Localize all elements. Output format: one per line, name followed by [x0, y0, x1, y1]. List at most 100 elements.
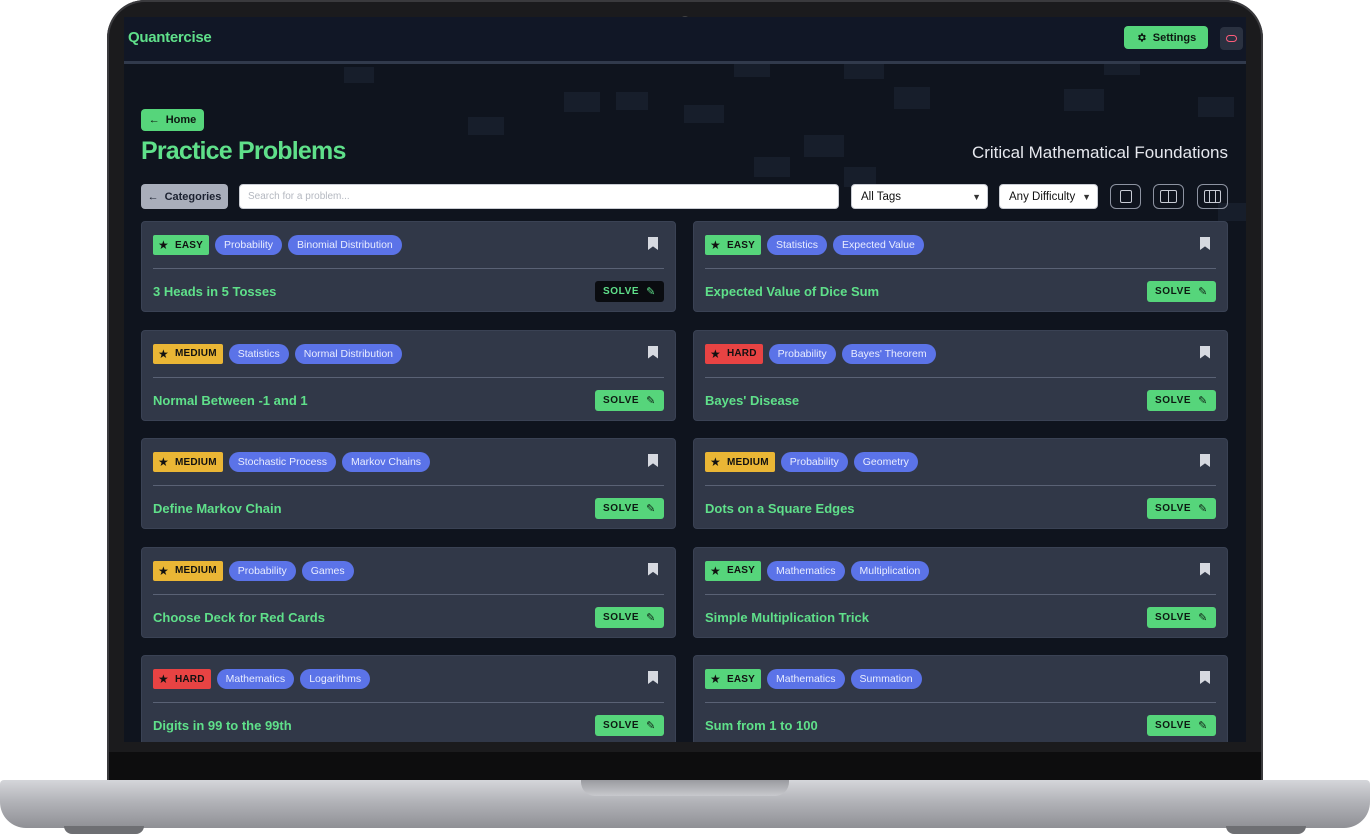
- card-divider: [705, 593, 1216, 595]
- problem-card[interactable]: ★ MEDIUM Stochastic Process Markov Chains…: [141, 438, 676, 529]
- topic-tag[interactable]: Summation: [850, 669, 922, 689]
- difficulty-label: EASY: [726, 673, 756, 685]
- card-divider: [153, 702, 664, 703]
- topic-tag[interactable]: Probability: [215, 235, 283, 255]
- problem-card[interactable]: ★ MEDIUM Probability Geometry Dots on a S…: [693, 438, 1228, 529]
- solve-button[interactable]: SOLVE ✎: [1147, 606, 1216, 628]
- problem-title[interactable]: Dots on a Square Edges: [705, 501, 855, 516]
- bookmark-icon[interactable]: [648, 562, 658, 576]
- bookmark-icon[interactable]: [1200, 345, 1210, 359]
- problem-card[interactable]: ★ EASY Probability Binomial Distribution …: [141, 221, 676, 312]
- difficulty-select[interactable]: Any Difficulty ▼: [999, 184, 1098, 209]
- topic-tag[interactable]: Games: [301, 560, 354, 581]
- solve-button[interactable]: SOLVE ✎: [1147, 715, 1216, 736]
- solve-button[interactable]: SOLVE ✎: [595, 715, 664, 736]
- problem-card[interactable]: ★ EASY Mathematics Multiplication Simple …: [693, 546, 1228, 638]
- solve-label: SOLVE: [1155, 503, 1192, 514]
- card-tags: ★ HARD Mathematics Logarithms: [153, 669, 371, 689]
- problem-title[interactable]: Normal Between -1 and 1: [153, 393, 308, 408]
- laptop-foot: [1226, 826, 1306, 834]
- solve-button[interactable]: SOLVE ✎: [595, 281, 664, 302]
- solve-button[interactable]: SOLVE ✎: [1147, 498, 1216, 519]
- bookmark-icon[interactable]: [648, 237, 658, 250]
- topic-tag[interactable]: Probability: [780, 452, 848, 472]
- topic-tag[interactable]: Statistics: [767, 235, 828, 255]
- problem-title[interactable]: Choose Deck for Red Cards: [153, 610, 325, 625]
- solve-button[interactable]: SOLVE ✎: [595, 606, 664, 628]
- star-icon: ★: [158, 455, 169, 469]
- problem-card[interactable]: ★ EASY Mathematics Summation Sum from 1 t…: [693, 655, 1228, 742]
- card-divider: [153, 593, 664, 595]
- problem-card[interactable]: ★ MEDIUM Probability Games Choose Deck fo…: [141, 546, 676, 638]
- solve-label: SOLVE: [1155, 394, 1192, 406]
- layout-two-column-button[interactable]: [1153, 184, 1184, 209]
- solve-button[interactable]: SOLVE ✎: [595, 389, 664, 411]
- home-button[interactable]: ← Home: [141, 109, 204, 131]
- topic-tag[interactable]: Geometry: [853, 452, 918, 472]
- bookmark-icon[interactable]: [648, 345, 658, 359]
- problem-card[interactable]: ★ MEDIUM Statistics Normal Distribution N…: [141, 329, 676, 421]
- theme-toggle-button[interactable]: [1220, 27, 1243, 50]
- problem-card[interactable]: ★ HARD Mathematics Logarithms Digits in 9…: [141, 655, 676, 742]
- topic-tag[interactable]: Expected Value: [833, 235, 924, 255]
- layout-three-column-button[interactable]: [1197, 184, 1228, 209]
- bookmark-icon[interactable]: [1200, 562, 1210, 576]
- bookmark-icon[interactable]: [1200, 237, 1210, 250]
- solve-label: SOLVE: [603, 611, 640, 623]
- topic-tag[interactable]: Mathematics: [767, 560, 845, 581]
- card-tags: ★ EASY Mathematics Summation: [705, 669, 922, 689]
- categories-button[interactable]: ← Categories: [141, 184, 228, 209]
- solve-button[interactable]: SOLVE ✎: [1147, 281, 1216, 302]
- topic-tag[interactable]: Binomial Distribution: [288, 235, 402, 255]
- problem-title[interactable]: Digits in 99 to the 99th: [153, 718, 292, 733]
- app-screen: Quantercise Settings ← Home Practice Pro…: [124, 17, 1246, 742]
- home-label: Home: [165, 114, 197, 126]
- topic-tag[interactable]: Markov Chains: [342, 452, 431, 472]
- star-icon: ★: [158, 346, 169, 361]
- topic-tag[interactable]: Mathematics: [216, 669, 295, 689]
- problem-title[interactable]: Bayes' Disease: [705, 393, 799, 408]
- layout-one-column-button[interactable]: [1110, 184, 1141, 209]
- pencil-icon: ✎: [1198, 286, 1208, 298]
- topic-tag[interactable]: Probability: [228, 560, 296, 581]
- tags-select[interactable]: All Tags ▼: [851, 184, 988, 209]
- pencil-icon: ✎: [646, 394, 656, 407]
- problem-title[interactable]: Simple Multiplication Trick: [705, 610, 869, 625]
- card-divider: [153, 485, 664, 486]
- pencil-icon: ✎: [646, 720, 656, 732]
- laptop-notch: [581, 780, 789, 796]
- topic-tag[interactable]: Multiplication: [850, 560, 930, 581]
- search-input[interactable]: [239, 184, 839, 209]
- bookmark-icon[interactable]: [1200, 454, 1210, 467]
- topic-tag[interactable]: Stochastic Process: [228, 452, 337, 472]
- solve-label: SOLVE: [1155, 720, 1192, 731]
- problem-title[interactable]: Expected Value of Dice Sum: [705, 284, 879, 299]
- problem-title[interactable]: 3 Heads in 5 Tosses: [153, 284, 276, 299]
- settings-button[interactable]: Settings: [1124, 26, 1208, 49]
- difficulty-badge: ★ MEDIUM: [705, 452, 775, 472]
- problem-title[interactable]: Sum from 1 to 100: [705, 718, 818, 733]
- solve-label: SOLVE: [1155, 286, 1192, 297]
- arrow-left-icon: ←: [147, 190, 159, 203]
- bookmark-icon[interactable]: [648, 671, 658, 684]
- brand-logo[interactable]: Quantercise: [128, 29, 212, 46]
- solve-button[interactable]: SOLVE ✎: [1147, 389, 1216, 411]
- bookmark-icon[interactable]: [648, 454, 658, 467]
- difficulty-badge: ★ HARD: [153, 669, 211, 689]
- topic-tag[interactable]: Mathematics: [767, 669, 845, 689]
- background-tile: [1064, 89, 1104, 111]
- topic-tag[interactable]: Normal Distribution: [294, 343, 403, 364]
- card-divider: [705, 485, 1216, 486]
- solve-button[interactable]: SOLVE ✎: [595, 498, 664, 519]
- card-tags: ★ MEDIUM Stochastic Process Markov Chains: [153, 452, 431, 472]
- problem-title[interactable]: Define Markov Chain: [153, 501, 282, 516]
- problem-card[interactable]: ★ EASY Statistics Expected Value Expected…: [693, 221, 1228, 312]
- problem-card[interactable]: ★ HARD Probability Bayes' Theorem Bayes' …: [693, 329, 1228, 421]
- difficulty-select-value: Any Difficulty: [1009, 190, 1076, 203]
- bookmark-icon[interactable]: [1200, 671, 1210, 684]
- background-tile: [616, 92, 648, 110]
- topic-tag[interactable]: Bayes' Theorem: [841, 343, 936, 364]
- topic-tag[interactable]: Probability: [768, 343, 836, 364]
- topic-tag[interactable]: Statistics: [228, 343, 289, 364]
- topic-tag[interactable]: Logarithms: [300, 669, 371, 689]
